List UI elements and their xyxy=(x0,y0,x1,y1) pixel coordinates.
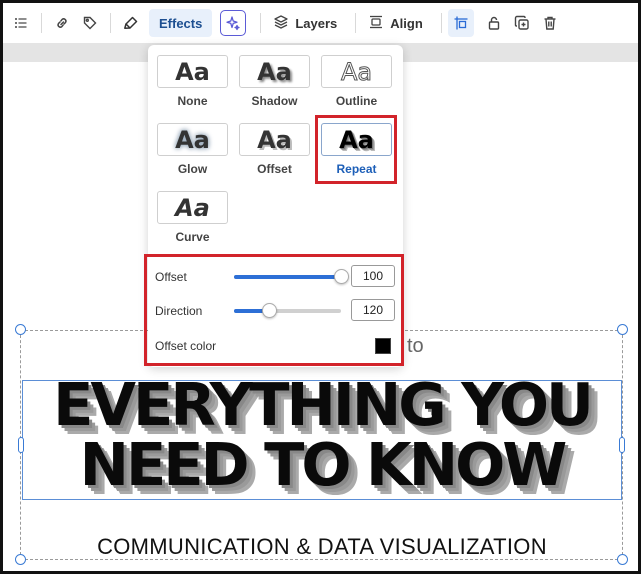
headline-line-1: EVERYTHING YOU xyxy=(53,370,594,439)
effect-outline-label[interactable]: Outline xyxy=(321,94,392,108)
subtitle-text[interactable]: COMMUNICATION & DATA VISUALIZATION xyxy=(22,534,622,560)
effect-offset-preview[interactable]: Aa xyxy=(239,123,310,156)
resize-handle-right[interactable] xyxy=(619,437,625,453)
layers-label: Layers xyxy=(295,15,338,31)
layers-button[interactable]: Layers xyxy=(267,9,343,37)
link-icon[interactable] xyxy=(48,9,76,37)
resize-handle-top-right[interactable] xyxy=(617,324,628,335)
repeat-highlight-box xyxy=(315,115,397,184)
controls-highlight-box xyxy=(144,254,404,366)
effect-curve-preview[interactable]: Aa xyxy=(157,191,228,224)
lock-icon[interactable] xyxy=(480,9,508,37)
tag-icon[interactable] xyxy=(76,9,104,37)
highlighter-icon[interactable] xyxy=(117,9,145,37)
resize-handle-left[interactable] xyxy=(18,437,24,453)
effect-curve-label[interactable]: Curve xyxy=(157,230,228,244)
effect-none-preview[interactable]: Aa xyxy=(157,55,228,88)
effect-none-label[interactable]: None xyxy=(157,94,228,108)
align-label: Align xyxy=(390,15,423,31)
toolbar-divider xyxy=(355,13,357,33)
align-icon xyxy=(368,14,384,33)
headline-text[interactable]: EVERYTHING YOU NEED TO KNOW xyxy=(22,375,622,495)
align-button[interactable]: Align xyxy=(362,9,429,37)
position-icon[interactable] xyxy=(447,9,474,37)
resize-handle-bottom-left[interactable] xyxy=(15,554,26,565)
resize-handle-bottom-right[interactable] xyxy=(617,554,628,565)
effect-glow-label[interactable]: Glow xyxy=(157,162,228,176)
toolbar-divider xyxy=(440,13,442,33)
resize-handle-top-left[interactable] xyxy=(15,324,26,335)
effect-outline-preview[interactable]: Aa xyxy=(321,55,392,88)
editor-window: Effects Layers Align to EVERYTHING YOU N… xyxy=(0,0,641,574)
effects-button[interactable]: Effects xyxy=(149,9,213,37)
toolbar-divider xyxy=(41,13,42,33)
toolbar: Effects Layers Align xyxy=(3,3,638,43)
list-icon[interactable] xyxy=(7,9,35,37)
trash-icon[interactable] xyxy=(536,9,564,37)
headline-line-2: NEED TO KNOW xyxy=(79,430,568,499)
toolbar-divider xyxy=(110,13,111,33)
effect-glow-preview[interactable]: Aa xyxy=(157,123,228,156)
effect-shadow-label[interactable]: Shadow xyxy=(239,94,310,108)
effect-offset-label[interactable]: Offset xyxy=(239,162,310,176)
layers-icon xyxy=(273,14,289,33)
effect-shadow-preview[interactable]: Aa xyxy=(239,55,310,88)
duplicate-icon[interactable] xyxy=(508,9,536,37)
sparkle-icon[interactable] xyxy=(220,10,247,36)
toolbar-divider xyxy=(260,13,262,33)
